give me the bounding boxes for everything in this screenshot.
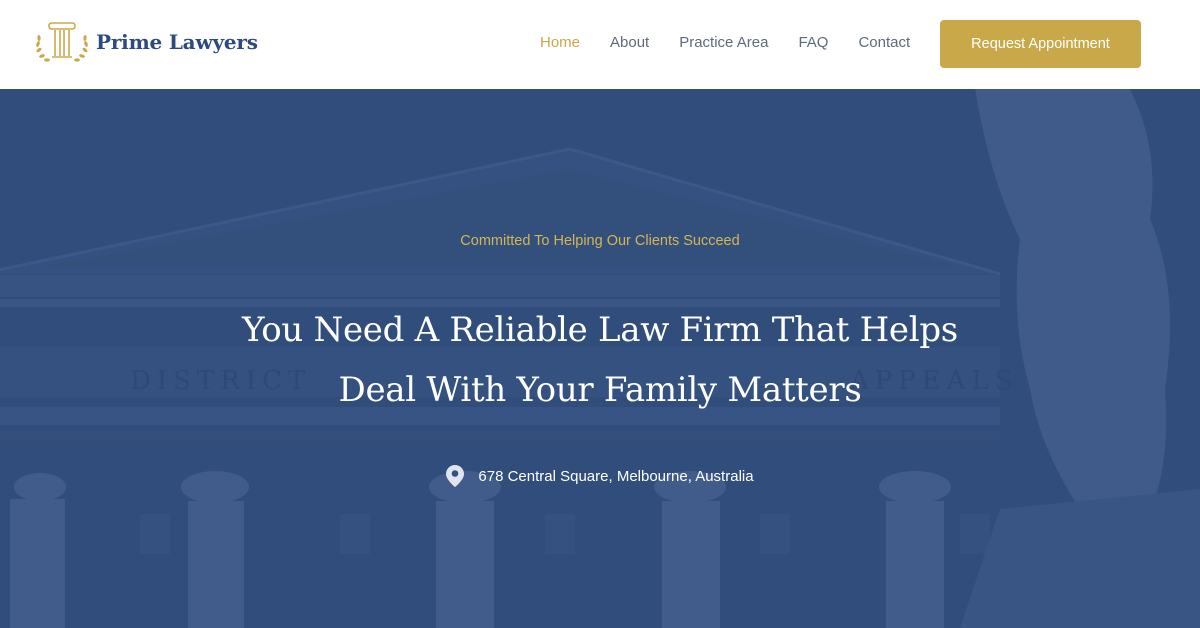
address-text: 678 Central Square, Melbourne, Australia (478, 467, 754, 485)
hero-title-line-2: Deal With Your Family Matters (338, 370, 862, 410)
nav-item-faq[interactable]: FAQ (798, 34, 828, 51)
nav-item-home[interactable]: Home (540, 34, 580, 51)
hero-section: DISTRICT APPEALS Committed To Helping Ou… (0, 89, 1200, 628)
site-header: Prime Lawyers Home About Practice Area F… (0, 0, 1200, 89)
hero-content: Committed To Helping Our Clients Succeed… (0, 89, 1200, 628)
hero-title: You Need A Reliable Law Firm That Helps … (150, 300, 1050, 420)
brand-name: Prime Lawyers (96, 30, 258, 54)
main-nav: Home About Practice Area FAQ Contact (540, 34, 910, 51)
brand[interactable]: Prime Lawyers (33, 20, 258, 64)
pillar-laurel-logo-icon (36, 22, 88, 62)
request-appointment-button[interactable]: Request Appointment (940, 20, 1141, 68)
hero-address: 678 Central Square, Melbourne, Australia (0, 465, 1200, 487)
hero-title-line-1: You Need A Reliable Law Firm That Helps (242, 310, 958, 350)
nav-item-contact[interactable]: Contact (858, 34, 910, 51)
hero-eyebrow: Committed To Helping Our Clients Succeed (460, 233, 740, 249)
map-pin-icon (446, 465, 465, 487)
nav-item-about[interactable]: About (610, 34, 649, 51)
nav-item-practice-area[interactable]: Practice Area (679, 34, 768, 51)
